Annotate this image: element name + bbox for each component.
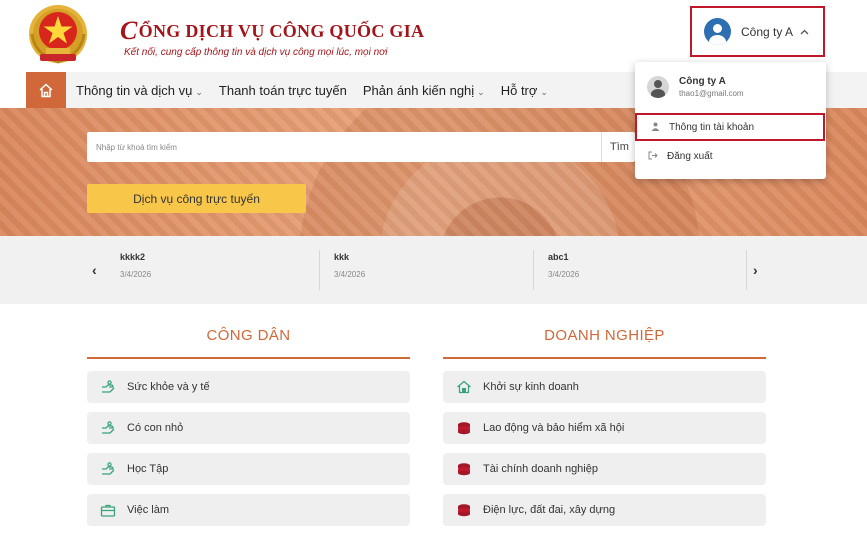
nav-item-online-payment[interactable]: Thanh toán trực tuyến	[219, 83, 347, 98]
chevron-down-icon: ⌄	[477, 86, 485, 97]
news-title: kkkk2	[120, 252, 146, 262]
home-button[interactable]	[26, 72, 66, 108]
business-item-corporate-finance[interactable]: Tài chính doanh nghiệp	[443, 453, 766, 485]
item-label: Học Tập	[127, 463, 169, 475]
briefcase-icon	[99, 501, 117, 519]
citizen-section-underline	[87, 357, 410, 359]
home-icon	[39, 82, 53, 97]
site-title-rest: ỔNG DỊCH VỤ CÔNG QUỐC GIA	[138, 21, 425, 41]
news-title: abc1	[548, 252, 569, 262]
chevron-down-icon: ⌄	[195, 86, 203, 97]
nav-item-info-services[interactable]: Thông tin và dịch vụ ⌄	[76, 83, 203, 98]
news-item[interactable]: kkk 3/4/2026	[334, 252, 365, 279]
divider	[746, 250, 747, 290]
nav-item-label: Thanh toán trực tuyến	[218, 82, 347, 98]
nav-item-support[interactable]: Hỗ trợ ⌄	[501, 83, 548, 98]
national-emblem-icon[interactable]	[26, 4, 90, 66]
logout-menu-item[interactable]: Đăng xuất	[635, 142, 826, 170]
house-icon	[455, 378, 473, 396]
chevron-down-icon: ⌄	[540, 86, 548, 97]
business-item-startup[interactable]: Khởi sự kinh doanh	[443, 371, 766, 403]
site-title[interactable]: CỔNG DỊCH VỤ CÔNG QUỐC GIA	[120, 14, 425, 45]
news-item[interactable]: kkkk2 3/4/2026	[120, 252, 151, 279]
business-section-title: DOANH NGHIỆP	[544, 327, 665, 344]
site-title-initial: C	[120, 16, 138, 45]
business-item-labor-insurance[interactable]: Lao động và bảo hiểm xã hội	[443, 412, 766, 444]
user-menu-button[interactable]: Công ty A	[690, 6, 825, 57]
dropdown-user-name: Công ty A	[679, 76, 726, 87]
nav-item-label: Hỗ trợ	[500, 82, 538, 98]
news-title: kkk	[334, 252, 350, 262]
news-date: 3/4/2026	[548, 270, 580, 279]
citizen-item-health[interactable]: Sức khỏe và y tế	[87, 371, 410, 403]
news-date: 3/4/2026	[334, 270, 366, 279]
citizen-item-employment[interactable]: Việc làm	[87, 494, 410, 526]
nav-item-label: Phản ánh kiến nghị	[362, 82, 475, 98]
citizen-item-children[interactable]: Có con nhỏ	[87, 412, 410, 444]
logout-icon	[647, 151, 659, 162]
coins-icon	[455, 419, 473, 437]
nav-item-feedback[interactable]: Phản ánh kiến nghị ⌄	[363, 83, 485, 98]
news-carousel: ‹ kkkk2 3/4/2026 kkk 3/4/2026 abc1 3/4/2…	[0, 236, 867, 304]
carousel-next-button[interactable]: ›	[753, 262, 758, 278]
item-label: Việc làm	[127, 504, 169, 516]
carousel-prev-button[interactable]: ‹	[92, 262, 97, 278]
item-label: Tài chính doanh nghiệp	[483, 463, 598, 475]
search-button[interactable]: Tìm	[601, 132, 635, 162]
user-dropdown-menu: Công ty A thao1@gmail.com Thông tin tài …	[635, 62, 826, 179]
news-item[interactable]: abc1 3/4/2026	[548, 252, 579, 279]
hand-icon	[99, 378, 117, 396]
item-label: Điện lực, đất đai, xây dựng	[483, 504, 616, 516]
business-section-underline	[443, 357, 766, 359]
nav-item-label: Thông tin và dịch vụ	[76, 82, 193, 98]
divider	[533, 250, 534, 290]
menu-item-label: Đăng xuất	[667, 150, 713, 162]
chevron-up-icon	[800, 29, 809, 34]
business-item-power-land-construction[interactable]: Điện lực, đất đai, xây dựng	[443, 494, 766, 526]
item-label: Sức khỏe và y tế	[127, 381, 210, 393]
online-services-button[interactable]: Dịch vụ công trực tuyến	[87, 184, 306, 213]
dropdown-user-email: thao1@gmail.com	[679, 89, 744, 98]
item-label: Khởi sự kinh doanh	[483, 381, 579, 393]
coins-icon	[455, 501, 473, 519]
search-bar: Tìm	[87, 132, 635, 162]
search-input[interactable]	[87, 133, 601, 161]
user-avatar-icon	[647, 76, 669, 98]
user-name: Công ty A	[741, 24, 794, 39]
person-icon	[649, 122, 661, 133]
citizen-item-education[interactable]: Học Tập	[87, 453, 410, 485]
coins-icon	[455, 460, 473, 478]
site-subtitle: Kết nối, cung cấp thông tin và dịch vụ c…	[124, 47, 388, 58]
citizen-section-title: CÔNG DÂN	[206, 327, 291, 344]
item-label: Có con nhỏ	[127, 422, 184, 434]
hand-icon	[99, 460, 117, 478]
user-avatar-icon	[704, 18, 731, 45]
account-info-menu-item[interactable]: Thông tin tài khoản	[635, 113, 825, 141]
item-label: Lao động và bảo hiểm xã hội	[483, 422, 625, 434]
divider	[319, 250, 320, 290]
dropdown-user-header: Công ty A thao1@gmail.com	[635, 62, 826, 112]
menu-item-label: Thông tin tài khoản	[669, 121, 755, 133]
news-date: 3/4/2026	[120, 270, 152, 279]
hand-icon	[99, 419, 117, 437]
